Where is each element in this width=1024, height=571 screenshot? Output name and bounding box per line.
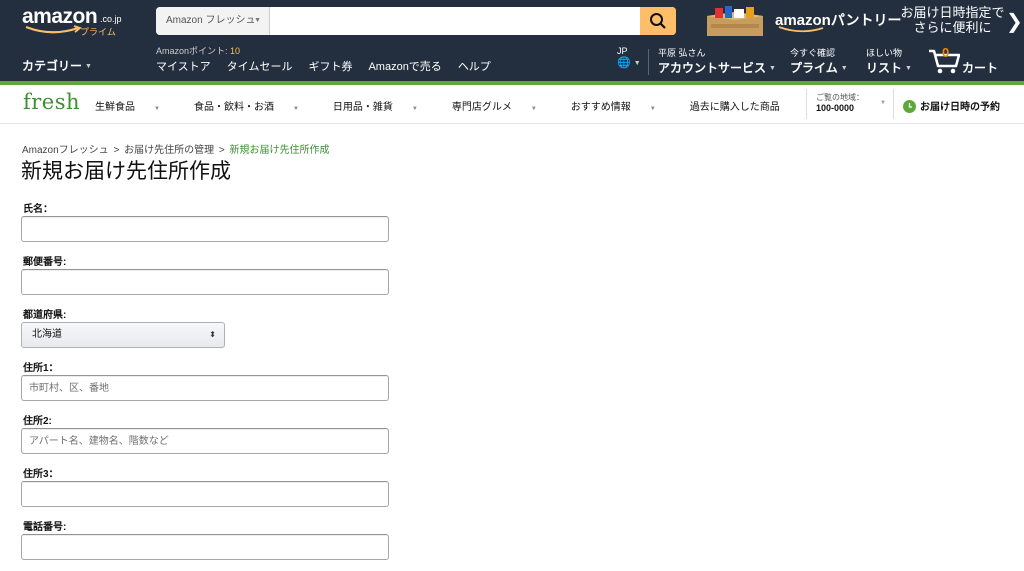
language-selector[interactable]: JP 🌐 ▼ [617,46,641,69]
nav-link-timesale[interactable]: タイムセール [227,58,293,74]
pantry-smile-icon [778,26,824,33]
fresh-nav-item-label: 生鮮食品 [95,102,135,113]
search-bar: Amazon フレッシュ ▼ [156,7,676,35]
account-label: アカウントサービス [658,61,767,75]
prefecture-select[interactable]: 北海道 ⬍ [21,322,225,348]
page-title: 新規お届け先住所作成 [21,159,231,183]
fresh-nav-item-label: 過去に購入した商品 [689,102,780,113]
category-label: カテゴリー [22,59,83,73]
globe-icon: 🌐 [617,57,631,69]
fresh-nav-item-food-drink[interactable]: 食品・飲料・お酒 ▼ [194,98,316,113]
caret-down-icon: ▼ [880,100,886,106]
wishlist-label: リスト [866,61,903,75]
fresh-nav-item-label: おすすめ情報 [570,102,631,113]
reserve-label: お届け日時の予約 [920,102,1000,113]
amazon-points[interactable]: Amazonポイント: 10 [156,44,240,57]
search-icon [650,13,666,29]
search-button[interactable] [640,7,676,35]
delivery-promo[interactable]: お届け日時指定で さらに便利に [900,5,1005,35]
caret-down-icon: ▼ [530,106,537,112]
region-selector[interactable]: ご覧の地域： 100-0000 ▼ [806,89,894,119]
prefecture-selected-value: 北海道 [32,329,62,340]
name-field[interactable] [21,216,389,242]
wishlist-menu[interactable]: ほしい物 リスト ▼ [866,46,912,76]
search-department-select[interactable]: Amazon フレッシュ ▼ [156,7,270,35]
name-label: 氏名： [23,204,53,215]
prime-label: プライム [790,61,838,75]
phone-field[interactable] [21,534,389,560]
pantry-product: パントリー [830,12,902,28]
nav-link-giftcard[interactable]: ギフト券 [308,58,352,74]
logo-prime-label: プライム [80,27,116,37]
amazon-logo[interactable]: amazon .co.jp プライム [22,5,132,41]
fresh-nav-item-perishables[interactable]: 生鮮食品 ▼ [95,98,177,113]
fresh-nav-item-label: 専門店グルメ [451,102,512,113]
prime-small-label: 今すぐ確認 [790,48,836,58]
caret-down-icon: ▼ [154,106,160,112]
fresh-nav-item-recommended[interactable]: おすすめ情報 ▼ [571,98,673,113]
caret-down-icon: ▼ [840,65,848,73]
pantry-box-icon[interactable] [703,6,767,38]
address2-field[interactable] [21,428,389,454]
search-department-label: Amazon フレッシュ [166,15,256,26]
prime-menu[interactable]: 今すぐ確認 プライム ▼ [790,46,848,76]
smile-icon [25,25,82,34]
breadcrumb-item-current: 新規お届け先住所作成 [229,145,330,156]
clock-icon [903,99,916,113]
wishlist-small-label: ほしい物 [866,48,903,58]
fresh-nav-item-label: 食品・飲料・お酒 [193,102,274,113]
fresh-nav-item-purchased[interactable]: 過去に購入した商品 [690,98,797,113]
account-greeting: 平原 弘さん [658,48,706,58]
cart-label: カート [962,61,999,75]
caret-down-icon: ▼ [411,106,418,112]
prefecture-label: 都道府県: [23,310,67,321]
postal-code-label: 郵便番号: [23,257,67,268]
fresh-logo[interactable]: fresh [23,90,80,114]
phone-label: 電話番号: [23,522,67,533]
language-code: JP [617,46,628,56]
caret-down-icon: ▼ [85,63,92,71]
nav-link-mystore[interactable]: マイストア [156,58,211,74]
fresh-nav-item-label: 日用品・雑貨 [332,102,393,113]
header-bottom-row: カテゴリー ▼ Amazonポイント: 10 マイストア タイムセール ギフト券 … [0,41,1024,81]
header-nav-links: マイストア タイムセール ギフト券 Amazonで売る ヘルプ [156,58,507,74]
category-menu-button[interactable]: カテゴリー ▼ [22,57,92,74]
points-label: Amazonポイント: [156,46,231,56]
points-value: 10 [230,46,241,56]
caret-down-icon: ▼ [769,65,776,73]
nav-link-help[interactable]: ヘルプ [458,58,491,74]
address2-label: 住所2: [23,416,52,427]
chevron-right-icon[interactable]: ❯ [1006,9,1023,33]
caret-down-icon: ▼ [292,106,299,112]
fresh-nav-bar: fresh 生鮮食品 ▼ 食品・飲料・お酒 ▼ 日用品・雑貨 ▼ 専門店グルメ ▼ おす… [0,85,1024,124]
delivery-reservation-button[interactable]: お届け日時の予約 [903,98,1000,114]
delivery-promo-line1: お届け日時指定で [900,5,1005,20]
address1-label: 住所1： [23,363,59,374]
caret-down-icon: ▼ [633,59,641,67]
cart-count: 0 [942,45,950,60]
fresh-nav-item-gourmet[interactable]: 専門店グルメ ▼ [452,98,554,113]
breadcrumb: Amazonフレッシュ > お届け先住所の管理 > 新規お届け先住所作成 [22,141,330,156]
logo-tld: .co.jp [100,14,122,24]
cart-button[interactable]: 0 カート [928,45,1008,78]
postal-code-field[interactable] [21,269,389,295]
divider [648,49,649,75]
caret-down-icon: ▼ [254,17,261,24]
select-arrows-icon: ⬍ [209,330,216,339]
nav-link-sell[interactable]: Amazonで売る [368,58,441,74]
fresh-nav-item-daily-goods[interactable]: 日用品・雑貨 ▼ [333,98,435,113]
address1-field[interactable] [21,375,389,401]
caret-down-icon: ▼ [905,65,912,73]
caret-down-icon: ▼ [649,106,656,112]
fresh-category-menu: 生鮮食品 ▼ 食品・飲料・お酒 ▼ 日用品・雑貨 ▼ 専門店グルメ ▼ おすすめ情報 ▼ … [95,98,814,113]
account-menu[interactable]: 平原 弘さん アカウントサービス ▼ [658,46,776,76]
delivery-promo-line2: さらに便利に [913,20,992,35]
address3-label: 住所3： [23,469,59,480]
search-input[interactable] [271,7,640,35]
address3-field[interactable] [21,481,389,507]
top-header: amazon .co.jp プライム Amazon フレッシュ ▼ amazon [0,0,1024,81]
